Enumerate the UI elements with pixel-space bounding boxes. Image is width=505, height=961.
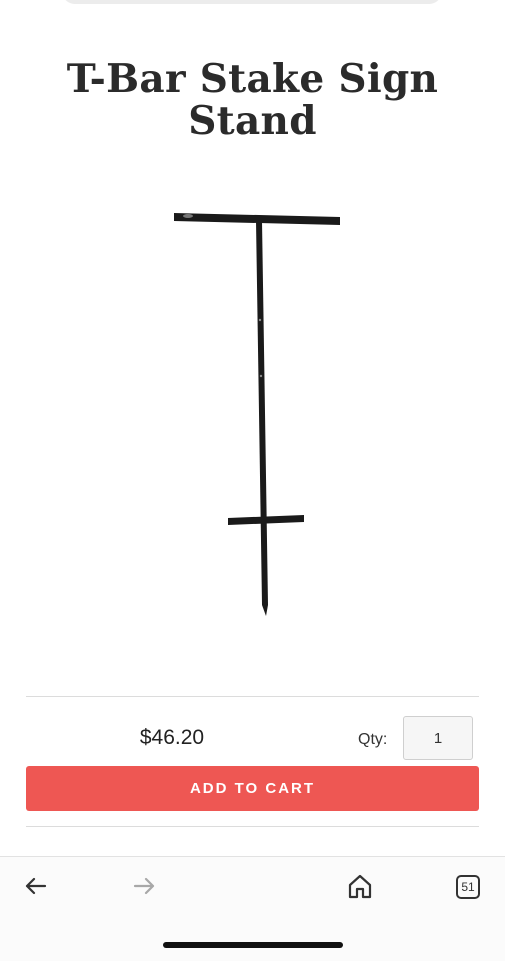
qty-label: Qty: — [358, 731, 388, 748]
divider-top — [26, 696, 479, 697]
home-indicator — [163, 942, 343, 948]
product-image — [174, 213, 340, 616]
tabs-icon[interactable]: 51 — [456, 875, 480, 899]
forward-arrow-icon[interactable] — [131, 873, 157, 899]
divider-bottom — [26, 826, 479, 827]
back-arrow-icon[interactable] — [23, 873, 49, 899]
qty-input[interactable] — [403, 716, 473, 760]
home-icon[interactable] — [347, 873, 373, 899]
product-title-line2: Stand — [188, 98, 317, 144]
tabs-count: 51 — [461, 880, 475, 894]
top-search-pill[interactable] — [62, 0, 442, 4]
add-to-cart-button[interactable]: ADD TO CART — [26, 766, 479, 811]
product-price: $46.20 — [139, 726, 205, 749]
product-title: T-Bar Stake Sign Stand — [0, 58, 505, 142]
product-title-line1: T-Bar Stake Sign — [66, 56, 439, 102]
